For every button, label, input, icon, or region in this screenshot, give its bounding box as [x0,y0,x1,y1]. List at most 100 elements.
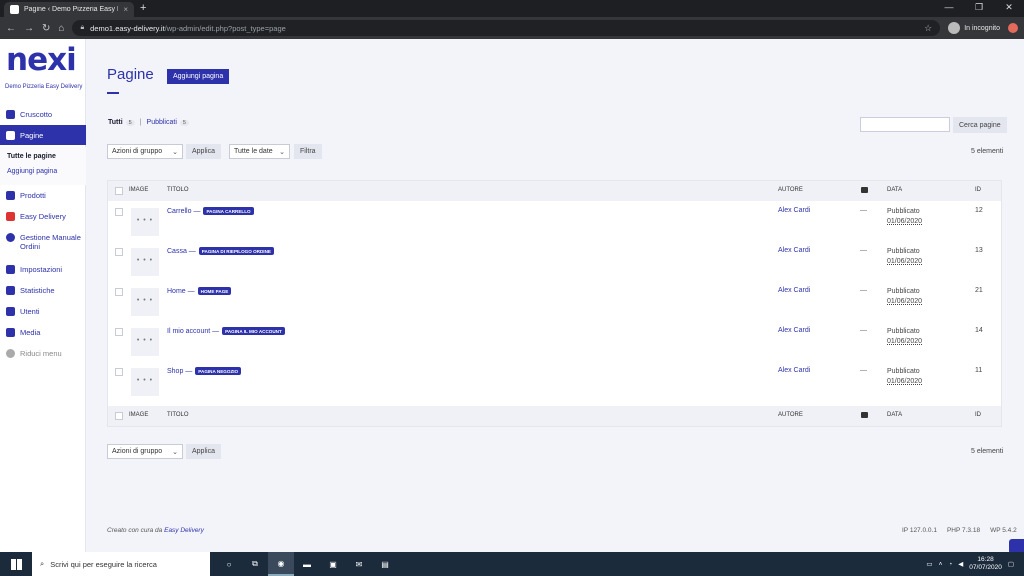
row-title[interactable]: Home — Home page [167,287,232,295]
col-title[interactable]: TITOLO [167,187,189,193]
file-explorer-icon[interactable]: ▬ [294,552,320,576]
row-author[interactable]: Alex Cardi [778,327,810,334]
table-row: • • • Shop — Pagina negozio Alex Cardi — … [108,361,1001,401]
reload-icon[interactable]: ↻ [42,23,50,34]
minimize-icon[interactable]: — [934,0,964,17]
select-all-checkbox[interactable] [115,187,123,195]
title-link[interactable]: Il mio account — [167,328,219,335]
mail-icon[interactable]: ✉ [346,552,372,576]
chrome-icon[interactable]: ◉ [268,552,294,576]
windows-start-icon[interactable] [0,552,32,576]
row-title[interactable]: Carrello — Pagina carrello [167,207,254,215]
incognito-label: In incognito [964,24,1000,32]
url-path: /wp-admin/edit.php?post_type=page [164,23,286,33]
title-link[interactable]: Carrello — [167,208,200,215]
collapse-menu-button[interactable]: Riduci menu [0,343,86,363]
tray-chevron-icon[interactable]: ˄ [939,561,943,568]
count-badge: 5 [125,119,135,126]
sidebar-item-prodotti[interactable]: Prodotti [0,185,86,205]
back-icon[interactable]: ← [6,23,16,34]
restore-icon[interactable]: ❐ [964,0,994,17]
items-count-bottom: 5 elementi [971,448,1004,455]
thumbnail: • • • [131,248,159,276]
media-icon [6,327,15,337]
bookmark-star-icon[interactable]: ☆ [924,23,932,34]
row-checkbox[interactable] [115,208,123,216]
row-date: Pubblicato 01/06/2020 [887,287,922,307]
sidebar-item-easy-delivery[interactable]: Easy Delivery [0,206,86,226]
apply-button[interactable]: Applica [186,144,221,159]
taskbar-search-box[interactable]: ⌕ Scrivi qui per eseguire la ricerca [32,552,210,576]
volume-icon[interactable]: ◀ [958,560,963,568]
bulk-action-select-bottom[interactable]: Azioni di gruppo ⌄ [107,444,183,459]
wifi-icon[interactable]: ◔ [948,561,952,568]
row-title[interactable]: Il mio account — Pagina il mio account [167,327,285,335]
search-input[interactable] [860,117,950,132]
forward-icon[interactable]: → [24,23,34,34]
row-author[interactable]: Alex Cardi [778,247,810,254]
task-view-icon[interactable]: ⧉ [242,552,268,576]
apply-button-bottom[interactable]: Applica [186,444,221,459]
system-tray: ▭ ˄ ◔ ◀ 16:28 07/07/2020 ▢ [926,556,1024,572]
credit-link[interactable]: Easy Delivery [164,527,204,534]
row-title[interactable]: Cassa — Pagina di riepilogo ordine [167,247,274,255]
close-window-icon[interactable]: ✕ [994,0,1024,17]
network-icon[interactable]: ▭ [926,560,932,568]
address-bar[interactable]: 🔒︎ demo1.easy-delivery.it/wp-admin/edit.… [72,20,941,36]
search-pages-button[interactable]: Cerca pagine [953,117,1007,133]
filter-button[interactable]: Filtra [294,144,322,159]
browser-toolbar: ← → ↻ ⌂ 🔒︎ demo1.easy-delivery.it/wp-adm… [0,17,1024,39]
col-date[interactable]: DATA [887,187,902,193]
col-id[interactable]: ID [975,412,981,418]
incognito-indicator[interactable]: In incognito [948,22,1000,34]
admin-sidebar: nexi Demo Pizzeria Easy Delivery Cruscot… [0,39,86,552]
row-author[interactable]: Alex Cardi [778,367,810,374]
row-author[interactable]: Alex Cardi [778,287,810,294]
row-author[interactable]: Alex Cardi [778,207,810,214]
new-tab-button[interactable]: + [140,2,146,14]
sidebar-item-statistiche[interactable]: Statistiche [0,280,86,300]
title-link[interactable]: Cassa — [167,248,196,255]
select-all-checkbox[interactable] [115,412,123,420]
row-checkbox[interactable] [115,248,123,256]
submenu-add-page[interactable]: Aggiungi pagina [7,168,57,175]
row-checkbox[interactable] [115,368,123,376]
bulk-action-select[interactable]: Azioni di gruppo ⌄ [107,144,183,159]
add-page-button[interactable]: Aggiungi pagina [167,69,230,84]
sidebar-item-gestione-ordini[interactable]: Gestione Manuale Ordini [0,229,86,255]
filter-published[interactable]: Pubblicati [147,119,177,126]
title-link[interactable]: Shop — [167,368,192,375]
col-date[interactable]: DATA [887,412,902,418]
row-date-value: 01/06/2020 [887,378,923,385]
clock[interactable]: 16:28 07/07/2020 [969,556,1002,572]
date-filter-select[interactable]: Tutte le date ⌄ [229,144,290,159]
sidebar-item-impostazioni[interactable]: Impostazioni [0,259,86,279]
col-title[interactable]: TITOLO [167,412,189,418]
browser-tab[interactable]: Pagine ‹ Demo Pizzeria Easy Deli… × [4,2,134,17]
browser-menu-icon[interactable] [1008,23,1018,33]
comment-icon[interactable] [861,187,868,193]
comment-icon[interactable] [861,412,868,418]
home-icon[interactable]: ⌂ [58,23,64,34]
sidebar-item-media[interactable]: Media [0,322,86,342]
col-id[interactable]: ID [975,187,981,193]
tab-close-icon[interactable]: × [123,5,128,14]
submenu-all-pages[interactable]: Tutte le pagine [7,153,56,160]
sidebar-item-cruscotto[interactable]: Cruscotto [0,104,86,124]
row-comments: — [860,327,867,334]
filter-all[interactable]: Tutti [108,119,123,126]
row-checkbox[interactable] [115,288,123,296]
nexi-logo[interactable]: nexi [6,45,77,76]
title-link[interactable]: Home — [167,288,195,295]
sidebar-item-pagine[interactable]: Pagine [0,125,86,145]
row-date-value: 01/06/2020 [887,218,923,225]
row-title[interactable]: Shop — Pagina negozio [167,367,242,375]
app-icon[interactable]: ▤ [372,552,398,576]
row-checkbox[interactable] [115,328,123,336]
dashboard-icon [6,109,15,119]
notifications-icon[interactable]: ▢ [1008,560,1014,568]
sidebar-item-utenti[interactable]: Utenti [0,301,86,321]
cortana-icon[interactable]: ○ [216,552,242,576]
store-icon[interactable]: ▣ [320,552,346,576]
site-name[interactable]: Demo Pizzeria Easy Delivery [5,84,82,90]
